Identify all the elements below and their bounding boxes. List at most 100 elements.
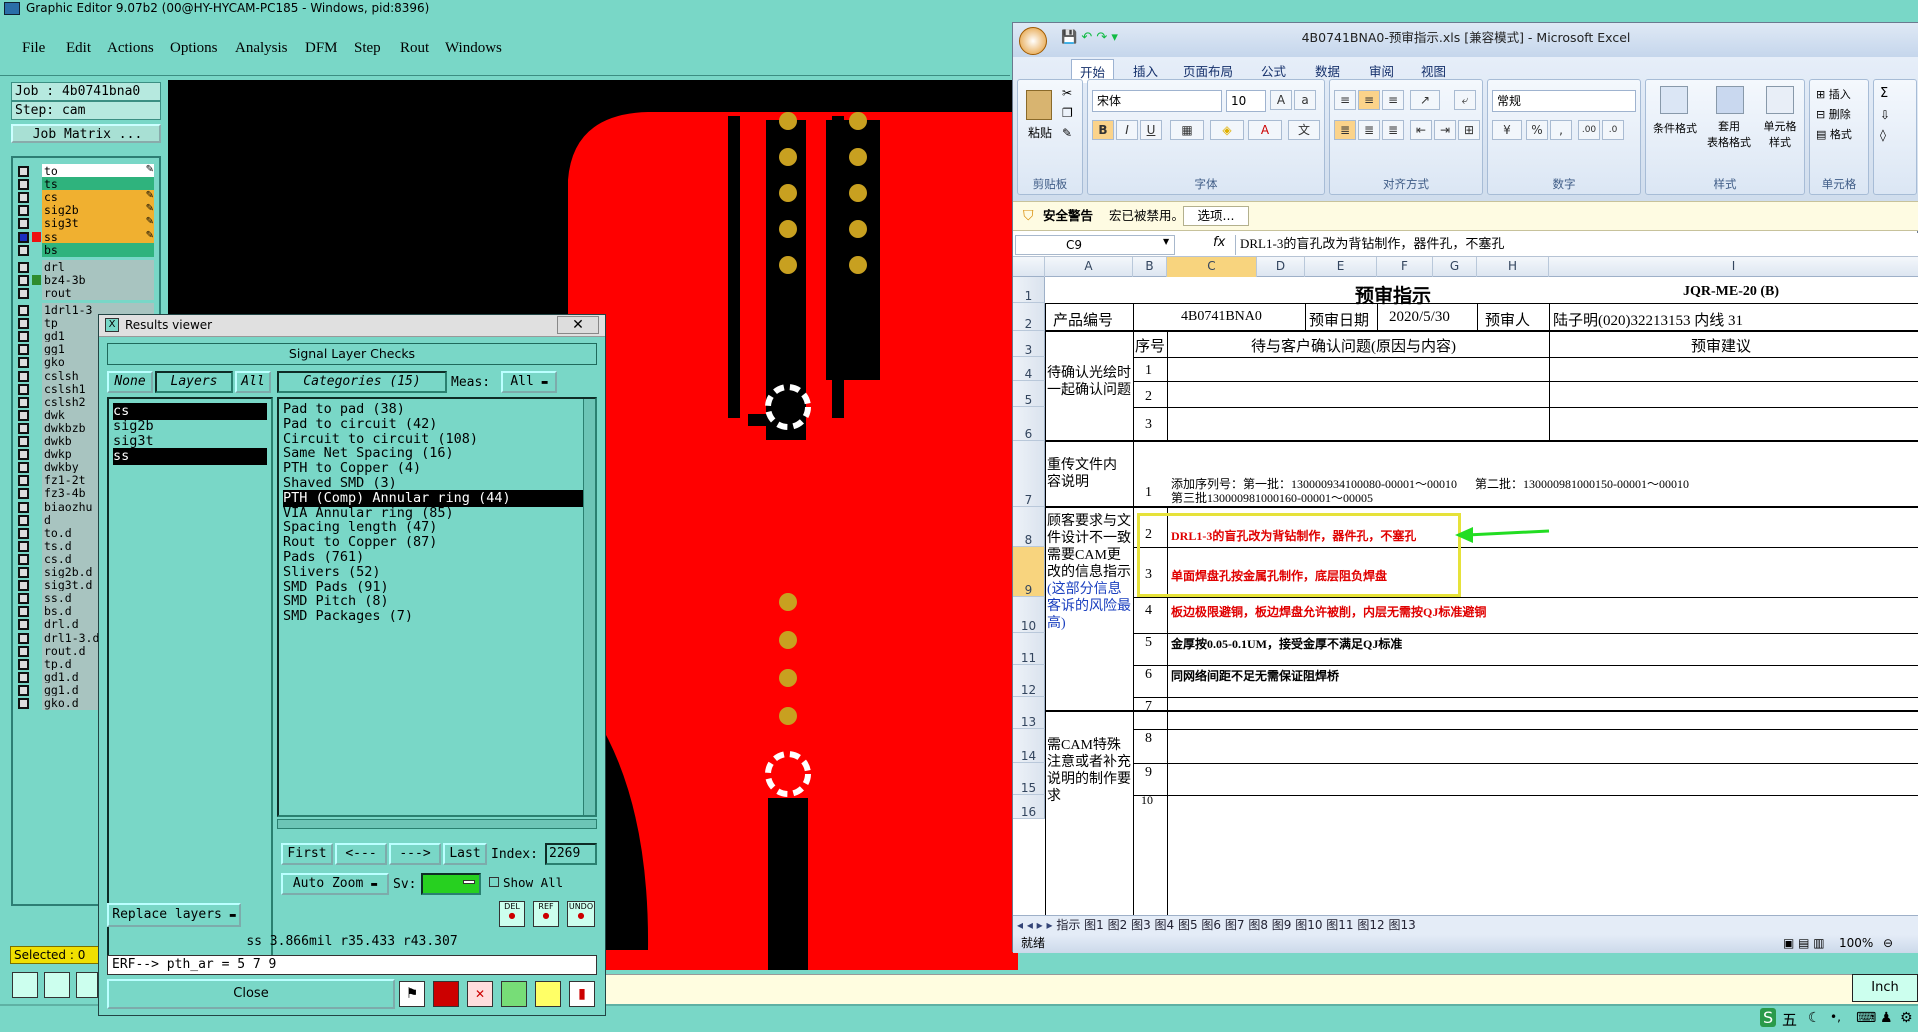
report-icon[interactable]	[433, 981, 459, 1007]
row-header[interactable]: 3	[1013, 331, 1045, 357]
row-header[interactable]: 6	[1013, 407, 1045, 441]
keyboard-icon[interactable]: ⌨	[1856, 1010, 1876, 1026]
row-header[interactable]: 7	[1013, 441, 1045, 507]
fx-label[interactable]: fx	[1213, 235, 1225, 250]
cond-format-icon[interactable]	[1660, 86, 1688, 114]
align-top-icon[interactable]: ≡	[1334, 90, 1356, 110]
font-size-select[interactable]: 10	[1226, 90, 1266, 112]
number-format-select[interactable]: 常规	[1492, 90, 1636, 112]
tab-data[interactable]: 数据	[1315, 61, 1340, 80]
layer-checkbox[interactable]	[18, 179, 29, 191]
layer-checkbox[interactable]	[18, 501, 29, 513]
format-painter-icon[interactable]: ✎	[1062, 126, 1072, 140]
layer-row-ss[interactable]: ss ✎	[16, 229, 156, 244]
layer-checkbox[interactable]	[18, 422, 29, 434]
menu-windows[interactable]: Windows	[445, 40, 502, 57]
currency-icon[interactable]: ¥	[1492, 120, 1522, 140]
col-g[interactable]: G	[1433, 257, 1477, 277]
row-header[interactable]: 2	[1013, 303, 1045, 331]
increase-decimal-icon[interactable]: .00	[1578, 120, 1600, 140]
layer-checkbox[interactable]	[18, 370, 29, 382]
row13-note[interactable]: 同网络间距不足无需保证阻焊桥	[1171, 667, 1339, 684]
zoom-tool-icon[interactable]	[12, 972, 38, 998]
cell-style-icon[interactable]	[1766, 86, 1794, 114]
layer-row-to[interactable]: to ✎	[16, 164, 156, 178]
doc-number[interactable]: JQR-ME-20 (B)	[1683, 284, 1779, 300]
col-d[interactable]: D	[1257, 257, 1305, 277]
category-hscroll[interactable]	[277, 819, 597, 829]
layer-name[interactable]: rout	[42, 285, 154, 300]
result-layer-item[interactable]: ss	[113, 448, 267, 465]
copy-icon[interactable]: ❐	[1062, 106, 1073, 120]
row-header[interactable]: 11	[1013, 633, 1045, 665]
reviewer-value[interactable]: 陆子明(020)32213153 内线 31	[1553, 309, 1918, 330]
increase-indent-icon[interactable]: ⇥	[1434, 120, 1456, 140]
quick-access-icons[interactable]: 💾 ↶ ↷ ▾	[1061, 23, 1118, 53]
col-c[interactable]: C	[1167, 257, 1257, 277]
col-i[interactable]: I	[1549, 257, 1918, 277]
user-icon[interactable]: ♟	[1880, 1010, 1893, 1026]
layer-checkbox[interactable]	[18, 658, 29, 670]
layer-checkbox[interactable]	[18, 218, 29, 230]
layer-name[interactable]: to	[42, 164, 154, 178]
layer-checkbox[interactable]	[18, 244, 29, 256]
layer-row-drl[interactable]: drl	[16, 259, 156, 274]
layer-result-list[interactable]: cs sig2b sig3t ss	[107, 397, 273, 965]
layer-checkbox[interactable]	[18, 344, 29, 356]
layer-checkbox[interactable]	[18, 192, 29, 204]
layer-checkbox[interactable]	[18, 409, 29, 421]
show-all-checkbox[interactable]	[489, 877, 499, 887]
suggest-header[interactable]: 预审建议	[1691, 335, 1751, 356]
reupload-label[interactable]: 重传文件内容说明	[1047, 457, 1127, 491]
layer-checkbox[interactable]	[18, 540, 29, 552]
col-b[interactable]: B	[1133, 257, 1167, 277]
format-cells[interactable]: ▤ 格式	[1816, 126, 1852, 142]
align-middle-icon[interactable]: ≡	[1358, 90, 1380, 110]
layer-checkbox[interactable]	[18, 462, 29, 474]
table-format-label[interactable]: 套用 表格格式	[1702, 118, 1756, 150]
row-header[interactable]: 9	[1013, 547, 1045, 597]
tab-formulas[interactable]: 公式	[1261, 61, 1286, 80]
align-bottom-icon[interactable]: ≡	[1382, 90, 1404, 110]
menu-rout[interactable]: Rout	[400, 40, 429, 57]
row-header[interactable]: 12	[1013, 665, 1045, 697]
fill-icon[interactable]: ⇩	[1880, 108, 1890, 122]
shrink-font-icon[interactable]: a	[1294, 90, 1316, 110]
undo-icon[interactable]: UNDO ●	[567, 901, 595, 927]
replace-layers-select[interactable]: Replace layers ▬	[107, 903, 241, 927]
delete-cells[interactable]: ⊟ 删除	[1816, 106, 1851, 122]
wrap-text-icon[interactable]: ⤶	[1454, 90, 1476, 110]
units-button[interactable]: Inch	[1852, 974, 1918, 1002]
rv-close-icon[interactable]: ✕	[557, 316, 599, 334]
layers-button[interactable]: Layers	[155, 371, 233, 393]
layer-name[interactable]: sig3t	[42, 216, 154, 231]
row-header[interactable]: 8	[1013, 507, 1045, 547]
last-button[interactable]: Last	[443, 843, 487, 865]
job-matrix-button[interactable]: Job Matrix ...	[11, 124, 161, 143]
menu-step[interactable]: Step	[354, 40, 381, 57]
row-header[interactable]: 16	[1013, 795, 1045, 819]
measure-tool-icon[interactable]	[44, 972, 70, 998]
settings-icon[interactable]: ⚙	[1900, 1010, 1913, 1026]
layer-checkbox[interactable]	[18, 205, 29, 217]
office-button-icon[interactable]	[1019, 27, 1047, 55]
layer-row-ts[interactable]: ts	[16, 177, 156, 192]
menu-options[interactable]: Options	[170, 40, 218, 57]
layer-checkbox[interactable]	[18, 305, 29, 316]
merge-cells-icon[interactable]: ⊞	[1458, 120, 1480, 140]
layer-row-sig2b[interactable]: sig2b ✎	[16, 203, 156, 218]
layer-checkbox[interactable]	[18, 318, 29, 330]
sv-select[interactable]	[421, 873, 481, 895]
layer-checkbox[interactable]	[18, 231, 29, 243]
layer-checkbox[interactable]	[18, 527, 29, 539]
row-header[interactable]: 10	[1013, 597, 1045, 633]
fill-color-icon[interactable]: ◈	[1210, 120, 1244, 140]
layer-checkbox[interactable]	[18, 632, 29, 644]
layer-checkbox[interactable]	[18, 698, 29, 709]
menu-analysis[interactable]: Analysis	[235, 40, 288, 57]
layer-checkbox[interactable]	[18, 488, 29, 500]
layer-checkbox[interactable]	[18, 514, 29, 526]
tab-view[interactable]: 视图	[1421, 61, 1446, 80]
row-header[interactable]: 4	[1013, 357, 1045, 381]
border-icon[interactable]: ▦	[1170, 120, 1204, 140]
